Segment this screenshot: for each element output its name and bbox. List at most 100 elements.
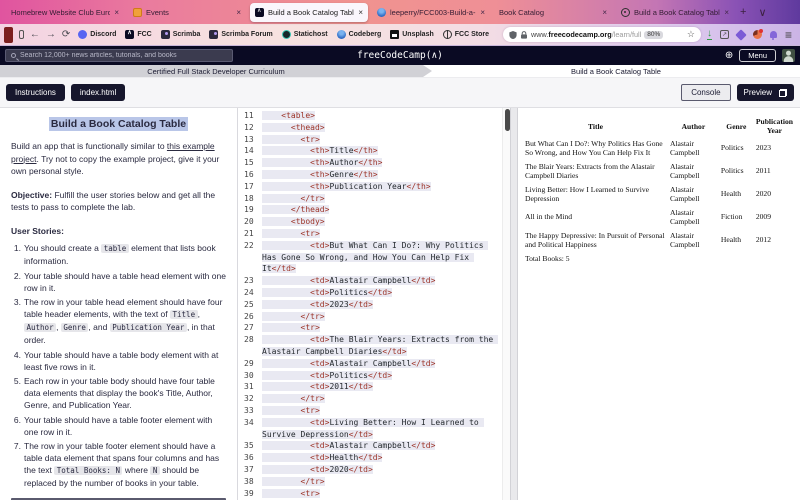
bookmark-label: FCC Store	[455, 31, 489, 38]
code-line[interactable]: 30 <td>Politics</td>	[238, 370, 502, 382]
code-line[interactable]: 28 <td>The Blair Years: Extracts from th…	[238, 334, 502, 358]
code-line[interactable]: 32 </tr>	[238, 393, 502, 405]
new-tab-button[interactable]: +	[734, 6, 752, 18]
code-line[interactable]: 34 <td>Living Better: How I Learned to S…	[238, 417, 502, 441]
browser-tab[interactable]: Homebrew Website Club Europe/Lo×	[6, 3, 124, 22]
breadcrumb-lab[interactable]: Build a Book Catalog Table	[432, 65, 800, 77]
scrollbar-thumb[interactable]	[505, 109, 510, 131]
line-number: 37	[238, 464, 262, 476]
table-row: All in the MindAlastair CampbellFiction2…	[523, 205, 795, 228]
language-globe-icon[interactable]: ⊕	[725, 50, 733, 61]
code-line[interactable]: 31 <td>2011</td>	[238, 381, 502, 393]
total-books-cell: Total Books: 5	[523, 251, 795, 265]
browser-tab[interactable]: leeperry/FCC003-Build-a-book ×	[372, 3, 490, 22]
code-lines[interactable]: 11 <table>12 <thead>13 <tr>14 <th>Title<…	[238, 108, 502, 500]
code-line[interactable]: 39 <tr>	[238, 488, 502, 500]
breadcrumb-curriculum[interactable]: Certified Full Stack Developer Curriculu…	[0, 65, 432, 77]
code-line[interactable]: 19 </thead>	[238, 204, 502, 216]
bookmark-item[interactable]: Codeberg	[337, 30, 382, 39]
code-line[interactable]: 36 <td>Health</td>	[238, 452, 502, 464]
lab-toolbar: Instructions index.html Console Preview	[0, 78, 800, 108]
tab-close-icon[interactable]: ×	[114, 8, 119, 17]
preview-button-label: Preview	[744, 88, 772, 97]
sidebar-toggle-icon[interactable]	[19, 30, 24, 39]
tab-close-icon[interactable]: ×	[480, 8, 485, 17]
code-line[interactable]: 37 <td>2020</td>	[238, 464, 502, 476]
code-line[interactable]: 12 <thead>	[238, 122, 502, 134]
instructions-tab-button[interactable]: Instructions	[6, 84, 65, 101]
code-line[interactable]: 20 <tbody>	[238, 216, 502, 228]
code-line[interactable]: 22 <td>But What Can I Do?: Why Politics …	[238, 240, 502, 275]
code-line[interactable]: 18 </tr>	[238, 193, 502, 205]
code-line[interactable]: 14 <th>Title</th>	[238, 145, 502, 157]
bookmark-item[interactable]: FCC Store	[443, 30, 489, 39]
tab-close-icon[interactable]: ×	[724, 8, 729, 17]
file-tab-index-html[interactable]: index.html	[71, 84, 125, 101]
bookmark-item[interactable]: Unsplash	[390, 30, 434, 39]
site-search-input[interactable]: Search 12,000+ news articles, tutorials,…	[5, 49, 233, 62]
code-line[interactable]: 17 <th>Publication Year</th>	[238, 181, 502, 193]
tab-close-icon[interactable]: ×	[602, 8, 607, 17]
bookmark-item[interactable]: Scrimba Forum	[209, 30, 272, 39]
extension-diamond-icon[interactable]	[735, 29, 746, 40]
browser-tab[interactable]: Book Catalog×	[494, 3, 612, 22]
menu-button[interactable]: Menu	[739, 49, 776, 62]
preview-button[interactable]: Preview	[737, 84, 794, 101]
code-line[interactable]: 11 <table>	[238, 110, 502, 122]
inline-code: N	[150, 466, 160, 475]
browser-tab[interactable]: Events×	[128, 3, 246, 22]
forward-icon[interactable]: →	[46, 30, 56, 40]
code-text: </tr>	[262, 311, 502, 323]
line-number: 30	[238, 370, 262, 382]
notification-bell-icon[interactable]	[770, 31, 777, 38]
console-button[interactable]: Console	[681, 84, 730, 101]
back-icon[interactable]: ←	[30, 30, 40, 40]
code-line[interactable]: 15 <th>Author</th>	[238, 157, 502, 169]
unsplash-icon	[390, 30, 399, 39]
download-icon[interactable]: ↓	[707, 30, 712, 40]
line-number: 14	[238, 145, 262, 157]
code-line[interactable]: 27 <tr>	[238, 322, 502, 334]
zoom-level-badge[interactable]: 80%	[644, 31, 663, 39]
bookmark-item[interactable]: Statichost	[282, 30, 328, 39]
code-line[interactable]: 38 </tr>	[238, 476, 502, 488]
code-line[interactable]: 25 <td>2023</td>	[238, 299, 502, 311]
code-line[interactable]: 29 <td>Alastair Campbell</td>	[238, 358, 502, 370]
bookmark-item[interactable]: FCC	[125, 30, 151, 39]
list-item: 3.The row in your table head element sho…	[11, 296, 226, 346]
code-text: <tr>	[262, 488, 502, 500]
bookmark-item[interactable]: Scrimba	[161, 30, 201, 39]
code-line[interactable]: 16 <th>Genre</th>	[238, 169, 502, 181]
tab-title: leeperry/FCC003-Build-a-book	[390, 8, 476, 17]
line-number: 38	[238, 476, 262, 488]
code-line[interactable]: 33 <tr>	[238, 405, 502, 417]
reload-icon[interactable]: ⟳	[62, 30, 70, 40]
example-project-link[interactable]: this example project	[11, 141, 215, 164]
preview-pane: TitleAuthorGenrePublication YearBut What…	[518, 108, 800, 500]
avatar[interactable]	[782, 49, 795, 62]
url-bar[interactable]: www.freecodecamp.org/learn/full 80% ☆	[503, 27, 701, 42]
tab-close-icon[interactable]: ×	[358, 8, 363, 17]
code-line[interactable]: 23 <td>Alastair Campbell</td>	[238, 275, 502, 287]
container-fox-icon[interactable]	[753, 30, 762, 39]
menu-hamburger-icon[interactable]: ≡	[785, 28, 792, 42]
editor-scrollbar[interactable]	[502, 108, 510, 500]
tab-list-chevron-icon[interactable]: ∨	[752, 6, 772, 19]
browser-tab[interactable]: Build a Book Catalog Table: Bui×	[250, 3, 368, 22]
history-icon[interactable]: ↗	[720, 30, 729, 39]
code-line[interactable]: 26 </tr>	[238, 311, 502, 323]
code-text: <td>Alastair Campbell</td>	[262, 275, 502, 287]
pane-divider[interactable]	[510, 108, 518, 500]
code-line[interactable]: 35 <td>Alastair Campbell</td>	[238, 440, 502, 452]
tab-close-icon[interactable]: ×	[236, 8, 241, 17]
codeberg-favicon-icon	[377, 8, 386, 17]
browser-tab[interactable]: Build a Book Catalog Table | Le×	[616, 3, 734, 22]
code-line[interactable]: 24 <td>Politics</td>	[238, 287, 502, 299]
code-line[interactable]: 21 <tr>	[238, 228, 502, 240]
bookmark-item[interactable]: Discord	[78, 30, 116, 39]
code-editor[interactable]: 11 <table>12 <thead>13 <tr>14 <th>Title<…	[238, 108, 510, 500]
shield-icon[interactable]	[509, 31, 517, 39]
code-line[interactable]: 13 <tr>	[238, 134, 502, 146]
bookmark-star-icon[interactable]: ☆	[687, 29, 695, 40]
code-text: <table>	[262, 110, 502, 122]
